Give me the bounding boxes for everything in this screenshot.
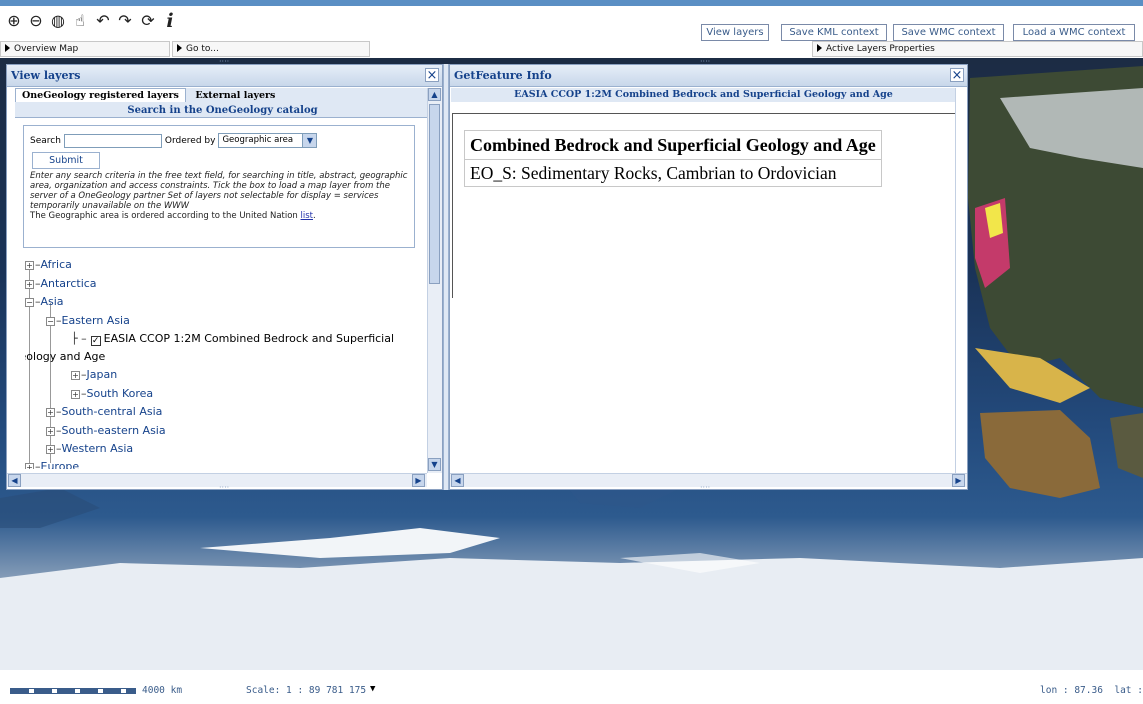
tree-item-asia[interactable]: − –Asia (25, 294, 64, 310)
expand-icon[interactable]: + (71, 390, 80, 399)
chevron-down-icon: ▼ (302, 134, 317, 147)
scroll-right-icon[interactable]: ▶ (952, 474, 965, 487)
save-kml-context-button[interactable]: Save KML context (781, 24, 887, 41)
search-catalog-title: Search in the OneGeology catalog (15, 103, 430, 118)
expand-triangle-icon (177, 44, 182, 52)
getfeature-info-panel: GetFeature Info × ···· EASIA CCOP 1:2M C… (449, 57, 968, 492)
panel-splitter[interactable] (443, 64, 449, 490)
un-list-link[interactable]: list (301, 211, 313, 221)
tree-item-easia-layer-cont: Geology and Age (25, 350, 106, 363)
resize-grip-icon[interactable]: ···· (700, 483, 710, 492)
expand-icon[interactable]: + (46, 445, 55, 454)
view-layers-title: View layers (7, 65, 442, 87)
info-icon[interactable]: i (160, 10, 180, 32)
search-form: Search Ordered by Geographic area ▼ Submit … (23, 125, 415, 248)
scale-dropdown-icon[interactable]: ▼ (370, 684, 375, 694)
ordered-by-select[interactable]: Geographic area ▼ (218, 133, 318, 148)
scale-ratio: Scale: 1 : 89 781 175 (246, 685, 367, 696)
collapse-icon[interactable]: − (25, 298, 34, 307)
zoom-in-icon[interactable]: ⊕ (4, 10, 24, 32)
expand-icon[interactable]: + (25, 463, 34, 469)
vertical-scrollbar[interactable]: ▲ ▼ (427, 88, 442, 473)
feature-info-area: Combined Bedrock and Superficial Geology… (452, 113, 956, 298)
expand-icon[interactable]: + (46, 408, 55, 417)
save-wmc-context-button[interactable]: Save WMC context (893, 24, 1004, 41)
scroll-left-icon[interactable]: ◀ (451, 474, 464, 487)
status-bar: 4000 km Scale: 1 : 89 781 175 ▼ lon : 87… (0, 670, 1143, 704)
redo-icon[interactable]: ↷ (115, 10, 135, 32)
feature-info-value: EO_S: Sedimentary Rocks, Cambrian to Ord… (464, 159, 882, 187)
layer-tabs: OneGeology registered layers External la… (15, 88, 430, 103)
resize-grip-icon[interactable]: ···· (219, 483, 229, 492)
refresh-icon[interactable]: ⟳ (138, 10, 158, 32)
expand-icon[interactable]: + (25, 280, 34, 289)
undo-icon[interactable]: ↶ (93, 10, 113, 32)
resize-grip-icon[interactable]: ···· (219, 57, 229, 66)
close-icon[interactable]: × (425, 68, 439, 82)
collapse-icon[interactable]: − (46, 317, 55, 326)
tree-item-south-korea[interactable]: + –South Korea (71, 386, 153, 402)
tree-item-japan[interactable]: + –Japan (71, 367, 117, 383)
ordered-by-label: Ordered by (164, 136, 216, 146)
scale-distance: 4000 km (142, 685, 183, 696)
zoom-out-icon[interactable]: ⊖ (26, 10, 46, 32)
tree-item-africa[interactable]: + –Africa (25, 257, 72, 273)
tab-onegeology-registered-layers[interactable]: OneGeology registered layers (15, 88, 186, 102)
scroll-left-icon[interactable]: ◀ (8, 474, 21, 487)
submit-button[interactable]: Submit (32, 152, 100, 169)
expand-triangle-icon (5, 44, 10, 52)
expand-icon[interactable]: + (46, 427, 55, 436)
scroll-right-icon[interactable]: ▶ (412, 474, 425, 487)
cursor-coordinates: lon : 87.36 lat : - (1040, 685, 1143, 696)
tree-item-europe[interactable]: + –Europe (25, 459, 79, 469)
scroll-thumb[interactable] (429, 104, 440, 284)
layer-tree: + –Africa + –Antarctica − –Asia − –Eastern A… (25, 257, 433, 469)
pan-hand-icon[interactable]: ☝ (70, 10, 90, 32)
globe-icon[interactable]: ◍ (48, 10, 68, 32)
search-help-text: Enter any search criteria in the free te… (30, 171, 408, 211)
view-layers-button[interactable]: View layers (701, 24, 769, 41)
scale-bar (10, 688, 136, 694)
tree-item-eastern-asia[interactable]: − –Eastern Asia (46, 313, 130, 329)
feature-info-heading: Combined Bedrock and Superficial Geology… (464, 130, 882, 160)
active-layers-properties-toggle[interactable]: Active Layers Properties (812, 41, 1143, 57)
tree-item-south-eastern-asia[interactable]: + –South-eastern Asia (46, 423, 166, 439)
toolbar: ⊕ ⊖ ◍ ☝ ↶ ↷ ⟳ i View layers Save KML con… (0, 6, 1143, 41)
horizontal-scrollbar[interactable]: ◀ ▶ (7, 473, 427, 487)
tab-external-layers[interactable]: External layers (189, 89, 281, 102)
search-label: Search (30, 136, 61, 146)
tree-item-easia-layer[interactable]: ├ – ✓ EASIA CCOP 1:2M Combined Bedrock and… (71, 331, 394, 347)
scroll-up-icon[interactable]: ▲ (428, 88, 441, 101)
search-input[interactable] (63, 133, 162, 148)
view-layers-panel: View layers × ···· OneGeology registered… (6, 57, 443, 492)
scroll-down-icon[interactable]: ▼ (428, 458, 441, 471)
tree-item-western-asia[interactable]: + –Western Asia (46, 441, 133, 457)
go-to-toggle[interactable]: Go to... (172, 41, 370, 57)
layer-header: EASIA CCOP 1:2M Combined Bedrock and Sup… (451, 88, 956, 102)
tree-item-antarctica[interactable]: + –Antarctica (25, 276, 97, 292)
resize-grip-icon[interactable]: ···· (700, 57, 710, 66)
overview-map-toggle[interactable]: Overview Map (0, 41, 170, 57)
load-wmc-context-button[interactable]: Load a WMC context (1013, 24, 1135, 41)
geographic-area-note: The Geographic area is ordered according… (30, 211, 316, 221)
feature-info-table: Combined Bedrock and Superficial Geology… (464, 130, 882, 187)
expand-icon[interactable]: + (25, 261, 34, 270)
getfeature-info-title: GetFeature Info (450, 65, 967, 87)
expand-icon[interactable]: + (71, 371, 80, 380)
vertical-scrollbar[interactable] (955, 88, 967, 473)
tree-item-south-central-asia[interactable]: + –South-central Asia (46, 404, 162, 420)
expand-triangle-icon (817, 44, 822, 52)
layer-checkbox[interactable]: ✓ (90, 336, 101, 346)
close-icon[interactable]: × (950, 68, 964, 82)
